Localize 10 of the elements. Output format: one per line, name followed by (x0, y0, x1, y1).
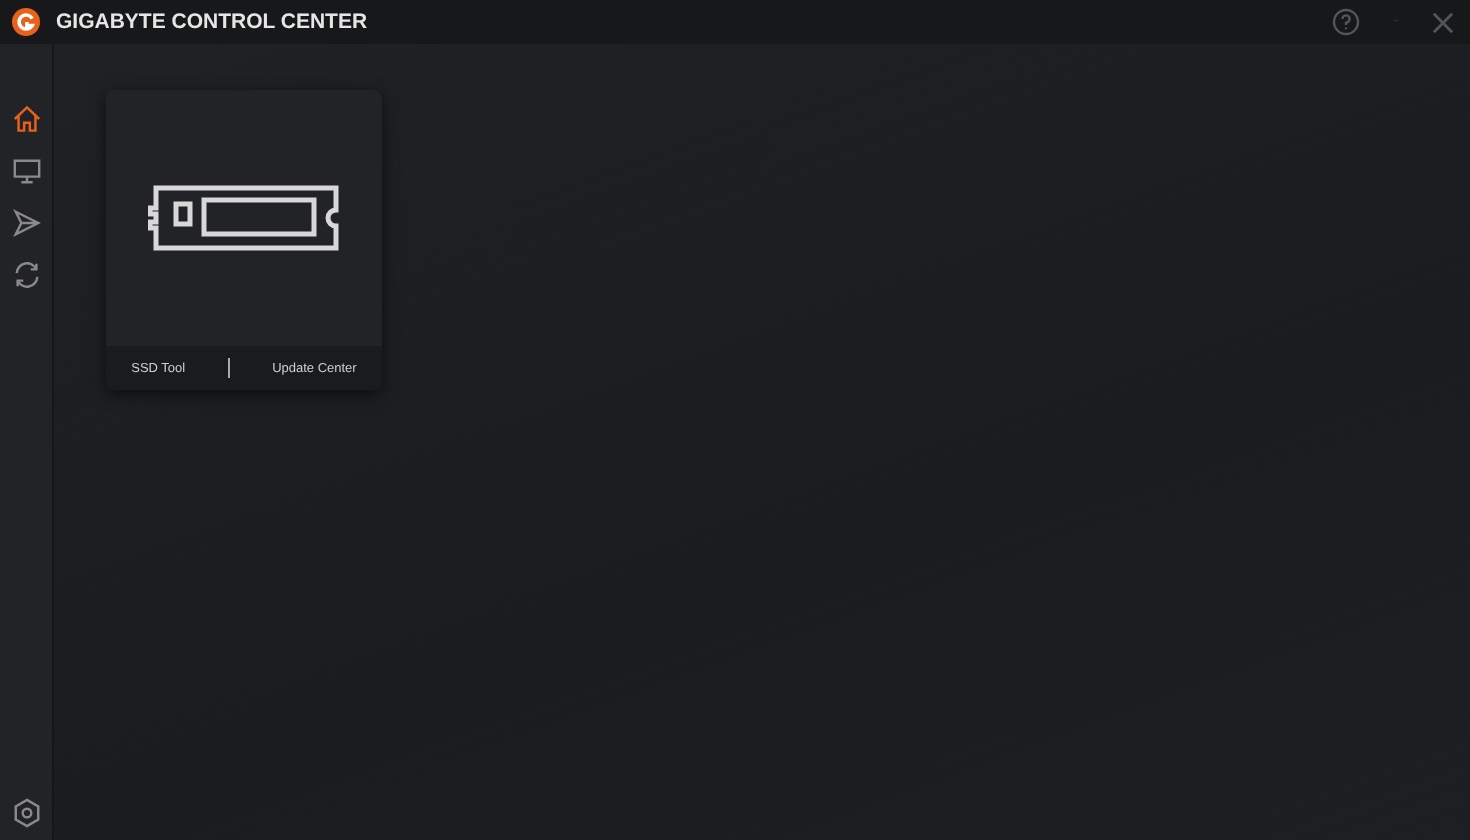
close-icon[interactable] (1432, 11, 1454, 33)
help-icon[interactable] (1332, 8, 1360, 36)
monitor-icon[interactable] (11, 156, 41, 186)
play-icon[interactable] (11, 208, 41, 238)
refresh-icon[interactable] (11, 260, 41, 290)
window-title: GIGABYTE CONTROL CENTER (56, 10, 368, 34)
home-icon[interactable] (11, 104, 41, 134)
logo-icon (12, 8, 40, 36)
ssd-icon (148, 184, 340, 252)
settings-icon[interactable] (11, 798, 41, 828)
